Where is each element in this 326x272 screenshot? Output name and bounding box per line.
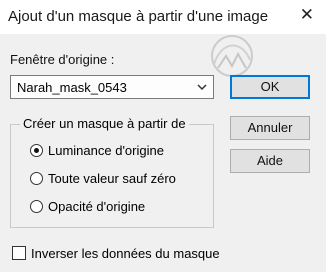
invert-mask-label[interactable]: Inverser les données du masque <box>31 246 220 261</box>
radio-luminance[interactable]: Luminance d'origine <box>30 142 205 160</box>
radio-any-nonzero[interactable]: Toute valeur sauf zéro <box>30 170 205 188</box>
source-window-dropdown[interactable]: Narah_mask_0543 <box>10 75 214 99</box>
radio-luminance-label: Luminance d'origine <box>48 143 164 158</box>
radio-opacity[interactable]: Opacité d'origine <box>30 198 205 216</box>
radio-unselected-icon <box>30 200 43 213</box>
mask-from-image-dialog: Ajout d'un masque à partir d'une image ✕… <box>0 0 326 272</box>
radio-selected-icon <box>30 144 43 157</box>
window-title: Ajout d'un masque à partir d'une image <box>8 8 269 25</box>
source-window-value: Narah_mask_0543 <box>17 80 127 95</box>
invert-mask-checkbox[interactable] <box>12 246 26 260</box>
create-mask-group-title: Créer un masque à partir de <box>20 116 189 131</box>
ok-button[interactable]: OK <box>230 75 310 99</box>
title-bar: Ajout d'un masque à partir d'une image ✕ <box>0 0 326 34</box>
radio-unselected-icon <box>30 172 43 185</box>
close-icon[interactable]: ✕ <box>300 5 314 25</box>
help-button[interactable]: Aide <box>230 149 310 173</box>
cancel-button[interactable]: Annuler <box>230 116 310 140</box>
radio-opacity-label: Opacité d'origine <box>48 199 146 214</box>
radio-dot <box>34 148 39 153</box>
radio-any-nonzero-label: Toute valeur sauf zéro <box>48 171 176 186</box>
source-window-label: Fenêtre d'origine : <box>10 52 115 67</box>
